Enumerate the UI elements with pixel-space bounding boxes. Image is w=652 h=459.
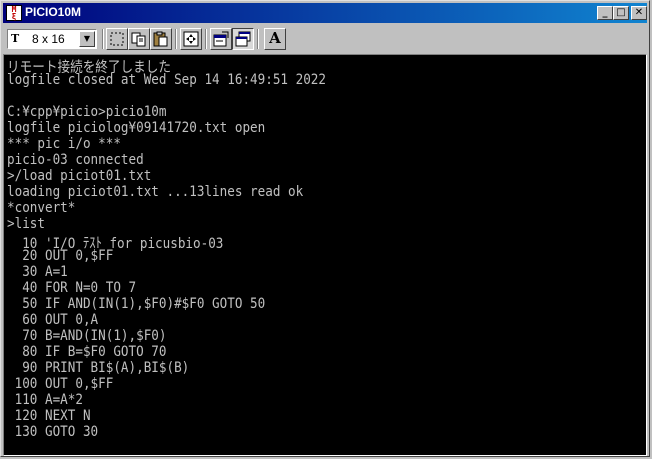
paste-button[interactable] <box>150 28 172 50</box>
terminal-line: 30 A=1 <box>7 264 68 280</box>
properties-button[interactable] <box>210 28 232 50</box>
terminal-line: 20 OUT 0,$FF <box>7 248 114 264</box>
title-bar[interactable]: Mξ PICIO10M _ □ ✕ <box>3 3 647 23</box>
chevron-down-icon[interactable]: ▼ <box>79 31 95 47</box>
terminal-line: 100 OUT 0,$FF <box>7 376 114 392</box>
toolbar: T 8 x 16 ▼ A <box>3 25 647 53</box>
terminal-line: 40 FOR N=0 TO 7 <box>7 280 137 296</box>
toolbar-separator <box>257 29 259 49</box>
font-button[interactable]: A <box>264 28 286 50</box>
terminal-line: 130 GOTO 30 <box>7 424 99 440</box>
minimize-button[interactable]: _ <box>597 6 613 20</box>
terminal-lines: リモート接続を終了しました logfile closed at Wed Sep 1… <box>7 56 374 455</box>
terminal-line: >list <box>7 216 45 232</box>
font-size-value: 8 x 16 <box>32 32 65 46</box>
terminal-line: 60 OUT 0,A <box>7 312 99 328</box>
background-button[interactable] <box>232 28 254 50</box>
terminal-line: >/load piciot01.txt <box>7 168 152 184</box>
truetype-icon: T <box>11 32 20 45</box>
fullscreen-button[interactable] <box>180 28 202 50</box>
app-icon[interactable]: Mξ <box>6 5 22 21</box>
terminal-line: 90 PRINT BI$(A),BI$(B) <box>7 360 190 376</box>
mark-button[interactable] <box>106 28 128 50</box>
terminal-output[interactable]: リモート接続を終了しました logfile closed at Wed Sep 1… <box>3 54 647 456</box>
maximize-button[interactable]: □ <box>613 6 629 20</box>
mark-icon <box>110 32 124 46</box>
toolbar-separator <box>175 29 177 49</box>
terminal-line: *convert* <box>7 200 76 216</box>
terminal-line: logfile piciolog¥09141720.txt open <box>7 120 266 136</box>
terminal-line: 50 IF AND(IN(1),$F0)#$F0 GOTO 50 <box>7 296 266 312</box>
terminal-line: リモート接続を終了しました <box>7 60 171 76</box>
properties-icon <box>213 31 229 47</box>
window-title: PICIO10M <box>25 5 82 19</box>
terminal-window: Mξ PICIO10M _ □ ✕ T 8 x 16 ▼ A リモート接続を終了… <box>0 0 650 457</box>
terminal-line: loading piciot01.txt ...13lines read ok <box>7 184 304 200</box>
window-icon <box>235 31 251 47</box>
paste-icon <box>153 31 168 47</box>
toolbar-separator <box>102 29 104 49</box>
terminal-line: 80 IF B=$F0 GOTO 70 <box>7 344 167 360</box>
terminal-line: 110 A=A*2 <box>7 392 83 408</box>
terminal-line: 120 NEXT N <box>7 408 91 424</box>
copy-icon <box>131 32 146 47</box>
terminal-line: *** pic i/o *** <box>7 136 121 152</box>
terminal-line: C:¥cpp¥picio>picio10m <box>7 104 167 120</box>
terminal-line: logfile closed at Wed Sep 14 16:49:51 20… <box>7 72 326 88</box>
fullscreen-icon <box>183 31 199 47</box>
font-size-select[interactable]: T 8 x 16 ▼ <box>7 29 97 49</box>
copy-button[interactable] <box>128 28 150 50</box>
close-button[interactable]: ✕ <box>631 6 647 20</box>
terminal-line: 70 B=AND(IN(1),$F0) <box>7 328 167 344</box>
terminal-line: picio-03 connected <box>7 152 144 168</box>
terminal-line: 10 'I/O ﾃｽﾄ for picusbio-03 <box>7 236 224 252</box>
toolbar-separator <box>205 29 207 49</box>
